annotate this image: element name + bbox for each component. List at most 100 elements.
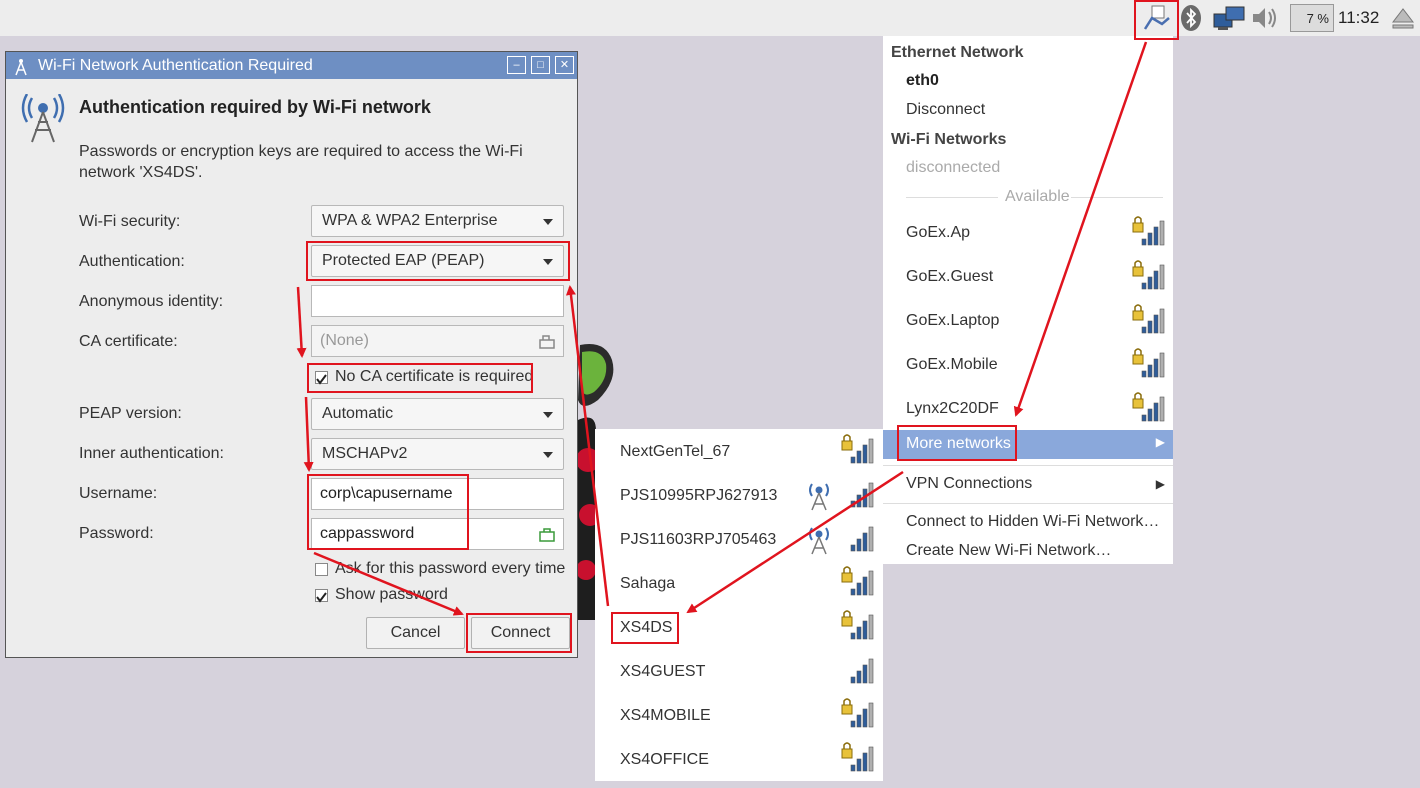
vpn-connections-item[interactable]: VPN Connections (906, 475, 1032, 493)
divider (1071, 197, 1163, 198)
eth0-item[interactable]: eth0 (906, 72, 939, 90)
chevron-down-icon (543, 452, 553, 458)
network-item[interactable]: GoEx.Ap (883, 216, 1173, 256)
more-networks-submenu: NextGenTel_67 PJS10995RPJ627913 PJS11603RP… (595, 429, 883, 781)
peap-version-label: PEAP version: (79, 405, 182, 422)
maximize-button[interactable]: □ (531, 56, 550, 74)
divider (883, 503, 1173, 504)
anonymous-identity-input[interactable] (311, 285, 564, 317)
minimize-button[interactable]: – (507, 56, 526, 74)
disconnect-item[interactable]: Disconnect (906, 101, 985, 119)
chevron-down-icon (543, 219, 553, 225)
submenu-network-item[interactable]: XS4GUEST (595, 653, 883, 693)
ask-password-checkbox[interactable] (315, 563, 328, 576)
taskbar: 7 % 11:32 (0, 0, 1420, 36)
inner-auth-select[interactable]: MSCHAPv2 (311, 438, 564, 470)
network-menu: Ethernet Network eth0 Disconnect Wi-Fi N… (883, 36, 1173, 564)
wifi-signal-icon (1132, 304, 1165, 334)
wifi-signal-icon (841, 698, 874, 728)
wifi-signal-icon (1132, 392, 1165, 422)
ca-certificate-label: CA certificate: (79, 333, 178, 350)
create-network-item[interactable]: Create New Wi-Fi Network… (906, 542, 1111, 560)
annotation-box-credentials (307, 474, 469, 550)
submenu-network-item[interactable]: XS4MOBILE (595, 697, 883, 737)
dialog-title: Wi-Fi Network Authentication Required (38, 57, 313, 74)
submenu-network-name: XS4GUEST (620, 663, 706, 680)
network-item[interactable]: GoEx.Guest (883, 260, 1173, 300)
wifi-signal-icon (1132, 260, 1165, 290)
file-open-icon (539, 335, 555, 349)
wifi-status: disconnected (906, 159, 1001, 176)
annotation-box-connect (466, 613, 572, 653)
wifi-tower-icon (809, 527, 829, 555)
chevron-down-icon (543, 412, 553, 418)
authentication-label: Authentication: (79, 253, 185, 270)
wifi-signal-icon (1132, 216, 1165, 246)
close-button[interactable]: ✕ (555, 56, 574, 74)
submenu-network-name: PJS10995RPJ627913 (620, 487, 778, 504)
submenu-network-name: Sahaga (620, 575, 676, 592)
cpu-text: 7 % (1306, 11, 1329, 26)
inner-auth-value: MSCHAPv2 (322, 445, 408, 462)
divider (883, 465, 1173, 466)
chevron-right-icon: ▶ (1155, 477, 1165, 491)
peap-version-select[interactable]: Automatic (311, 398, 564, 430)
wifi-security-select[interactable]: WPA & WPA2 Enterprise (311, 205, 564, 237)
eject-icon[interactable] (1390, 4, 1418, 32)
connect-hidden-network-item[interactable]: Connect to Hidden Wi-Fi Network… (906, 513, 1159, 531)
wifi-signal-icon (1132, 348, 1165, 378)
wifi-security-label: Wi-Fi security: (79, 213, 181, 230)
network-name: GoEx.Laptop (906, 312, 1000, 329)
peap-version-value: Automatic (322, 405, 394, 422)
checkmark-icon (316, 592, 327, 603)
wifi-antenna-icon (15, 59, 27, 76)
wifi-auth-dialog: Wi-Fi Network Authentication Required – … (5, 51, 578, 658)
cpu-monitor: 7 % (1290, 4, 1334, 32)
wifi-security-value: WPA & WPA2 Enterprise (322, 212, 498, 229)
clock[interactable]: 11:32 (1338, 8, 1379, 28)
volume-icon[interactable] (1250, 4, 1278, 32)
password-icon[interactable] (539, 526, 555, 542)
annotation-box-more-networks (897, 425, 1017, 461)
ca-certificate-chooser[interactable]: (None) (311, 325, 564, 357)
submenu-network-name: PJS11603RPJ705463 (620, 531, 777, 548)
submenu-network-item[interactable]: Sahaga (595, 565, 883, 605)
submenu-network-item[interactable]: PJS11603RPJ705463 (595, 521, 883, 561)
username-label: Username: (79, 485, 158, 502)
wifi-signal-icon (841, 566, 874, 596)
submenu-network-name: NextGenTel_67 (620, 443, 731, 460)
monitor-icon[interactable] (1212, 4, 1246, 32)
annotation-box-xs4ds (611, 612, 679, 644)
wifi-signal-icon (850, 658, 874, 684)
wifi-tower-icon (809, 483, 829, 511)
submenu-network-item[interactable]: NextGenTel_67 (595, 433, 883, 473)
dialog-titlebar[interactable]: Wi-Fi Network Authentication Required – … (6, 52, 577, 79)
network-item[interactable]: GoEx.Mobile (883, 348, 1173, 388)
network-item[interactable]: GoEx.Laptop (883, 304, 1173, 344)
annotation-box-authentication (306, 241, 570, 281)
wifi-signal-icon (841, 610, 874, 640)
wifi-tower-icon (21, 94, 65, 143)
inner-auth-label: Inner authentication: (79, 445, 224, 462)
wifi-signal-icon (850, 526, 874, 552)
annotation-box-no-ca (307, 363, 533, 393)
wifi-header: Wi-Fi Networks (891, 131, 1007, 148)
network-name: GoEx.Mobile (906, 356, 998, 373)
network-name: GoEx.Ap (906, 224, 971, 241)
annotation-box-network-icon (1134, 0, 1179, 40)
network-name: Lynx2C20DF (906, 400, 999, 417)
network-name: GoEx.Guest (906, 268, 994, 285)
ask-password-label: Ask for this password every time (335, 560, 566, 577)
show-password-checkbox[interactable] (315, 589, 328, 603)
submenu-network-item[interactable]: XS4OFFICE (595, 741, 883, 781)
cancel-button[interactable]: Cancel (366, 617, 465, 649)
show-password-label: Show password (335, 586, 448, 603)
submenu-network-item[interactable]: PJS10995RPJ627913 (595, 477, 883, 517)
divider (906, 197, 998, 198)
chevron-right-icon: ▶ (1155, 435, 1165, 449)
dialog-heading: Authentication required by Wi-Fi network (79, 97, 431, 117)
wifi-signal-icon (841, 434, 874, 464)
ca-certificate-value: (None) (320, 332, 369, 349)
ethernet-header: Ethernet Network (891, 44, 1024, 61)
bluetooth-icon[interactable] (1178, 4, 1206, 32)
